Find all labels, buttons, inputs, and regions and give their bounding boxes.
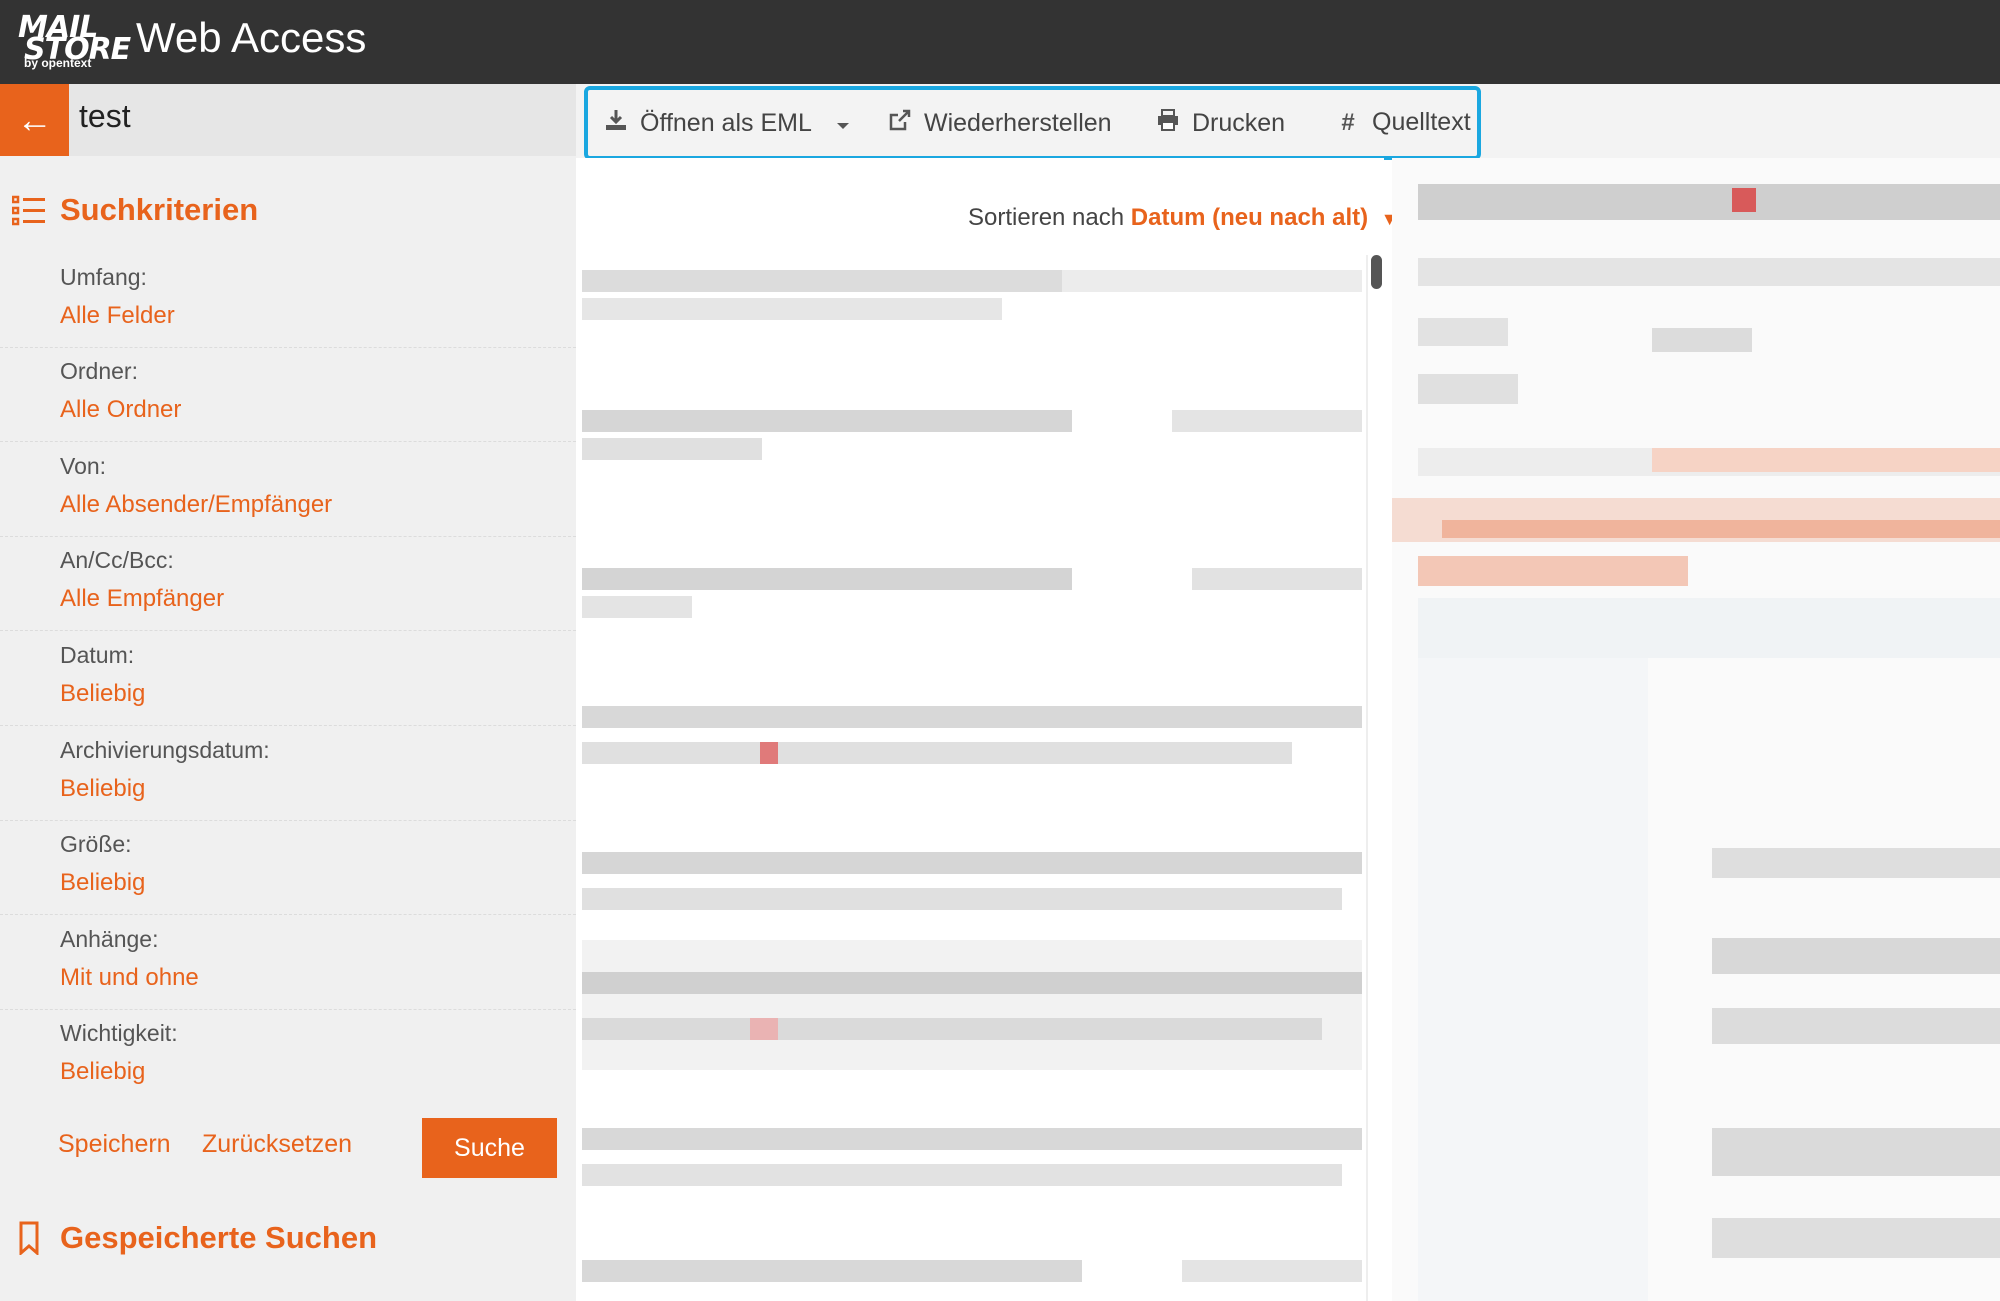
criteria-actions: Speichern Zurücksetzen Suche bbox=[0, 1118, 576, 1178]
restore-label: Wiederherstellen bbox=[924, 109, 1112, 137]
criteria-attachments[interactable]: Anhänge: Mit und ohne bbox=[0, 916, 576, 1010]
list-item[interactable] bbox=[582, 1118, 1362, 1208]
criteria-value[interactable]: Alle Felder bbox=[60, 302, 175, 330]
criteria-label: Wichtigkeit: bbox=[60, 1020, 178, 1046]
list-icon bbox=[12, 193, 46, 227]
criteria-folder[interactable]: Ordner: Alle Ordner bbox=[0, 348, 576, 442]
criteria-value[interactable]: Beliebig bbox=[60, 775, 145, 803]
logo-text-line3: by opentext bbox=[24, 56, 92, 70]
criteria-to[interactable]: An/Cc/Bcc: Alle Empfänger bbox=[0, 537, 576, 631]
arrow-left-icon: ← bbox=[16, 99, 53, 140]
criteria-value[interactable]: Beliebig bbox=[60, 869, 145, 897]
sidebar: ← test Suchkriterien Umfang: Alle Felder… bbox=[0, 84, 576, 1301]
criteria-label: Archivierungsdatum: bbox=[60, 737, 270, 763]
criteria-value[interactable]: Beliebig bbox=[60, 680, 145, 708]
list-item[interactable] bbox=[582, 550, 1362, 640]
saved-searches-header[interactable]: Gespeicherte Suchen bbox=[12, 1220, 377, 1256]
criteria-archive-date[interactable]: Archivierungsdatum: Beliebig bbox=[0, 727, 576, 821]
criteria-value[interactable]: Beliebig bbox=[60, 1058, 145, 1086]
criteria-importance[interactable]: Wichtigkeit: Beliebig bbox=[0, 1010, 576, 1104]
search-title-bar bbox=[69, 84, 576, 156]
top-bar: MAIL STORE by opentext Web Access bbox=[0, 0, 2000, 84]
reset-button[interactable]: Zurücksetzen bbox=[202, 1130, 352, 1159]
list-item[interactable] bbox=[582, 392, 1362, 482]
print-label: Drucken bbox=[1192, 109, 1286, 137]
criteria-label: Ordner: bbox=[60, 358, 138, 384]
save-button[interactable]: Speichern bbox=[58, 1130, 171, 1159]
criteria-scope[interactable]: Umfang: Alle Felder bbox=[0, 254, 576, 348]
criteria-section-header: Suchkriterien bbox=[12, 192, 258, 228]
criteria-label: Von: bbox=[60, 453, 107, 479]
download-icon bbox=[602, 108, 630, 139]
criteria-value[interactable]: Alle Absender/Empfänger bbox=[60, 491, 332, 519]
restore-button[interactable]: Wiederherstellen bbox=[886, 108, 1112, 139]
criteria-label: Datum: bbox=[60, 642, 135, 668]
criteria-date[interactable]: Datum: Beliebig bbox=[0, 632, 576, 726]
sort-control[interactable]: Sortieren nach Datum (neu nach alt) ▼ bbox=[968, 204, 1399, 232]
open-eml-button[interactable]: Öffnen als EML bbox=[602, 108, 850, 139]
criteria-size[interactable]: Größe: Beliebig bbox=[0, 821, 576, 915]
bookmark-icon bbox=[12, 1221, 46, 1255]
criteria-from[interactable]: Von: Alle Absender/Empfänger bbox=[0, 443, 576, 537]
criteria-value[interactable]: Alle Ordner bbox=[60, 396, 181, 424]
list-scrollbar[interactable] bbox=[1371, 255, 1382, 289]
list-item[interactable] bbox=[582, 940, 1362, 1070]
sort-prefix: Sortieren nach bbox=[968, 204, 1125, 231]
search-button[interactable]: Suche bbox=[422, 1118, 557, 1178]
mailstore-logo: MAIL STORE by opentext bbox=[16, 6, 131, 70]
back-button[interactable]: ← bbox=[0, 84, 69, 156]
criteria-title: Suchkriterien bbox=[60, 192, 259, 227]
list-item[interactable] bbox=[582, 1246, 1362, 1301]
message-toolbar: Öffnen als EML Wiederherstellen Drucken … bbox=[584, 86, 1481, 160]
list-divider bbox=[1366, 255, 1368, 1301]
criteria-label: Anhänge: bbox=[60, 926, 159, 952]
chevron-down-icon[interactable] bbox=[836, 109, 850, 138]
list-item[interactable] bbox=[582, 688, 1362, 778]
sort-option[interactable]: Datum (neu nach alt) bbox=[1131, 204, 1368, 231]
app-title: Web Access bbox=[136, 14, 367, 61]
search-title: test bbox=[79, 98, 131, 134]
list-item[interactable] bbox=[582, 838, 1362, 928]
criteria-label: Größe: bbox=[60, 831, 132, 857]
saved-searches-title: Gespeicherte Suchen bbox=[60, 1220, 378, 1255]
criteria-label: An/Cc/Bcc: bbox=[60, 547, 174, 573]
open-eml-label: Öffnen als EML bbox=[640, 109, 812, 137]
list-item[interactable] bbox=[582, 262, 1362, 352]
criteria-value[interactable]: Alle Empfänger bbox=[60, 585, 224, 613]
message-preview bbox=[1392, 158, 2000, 1301]
criteria-label: Umfang: bbox=[60, 264, 147, 290]
hash-icon: # bbox=[1341, 108, 1355, 136]
source-button[interactable]: # Quelltext bbox=[1334, 108, 1471, 137]
printer-icon bbox=[1154, 108, 1182, 139]
print-button[interactable]: Drucken bbox=[1154, 108, 1285, 139]
criteria-value[interactable]: Mit und ohne bbox=[60, 964, 199, 992]
share-icon bbox=[886, 108, 914, 139]
source-label: Quelltext bbox=[1372, 108, 1471, 136]
